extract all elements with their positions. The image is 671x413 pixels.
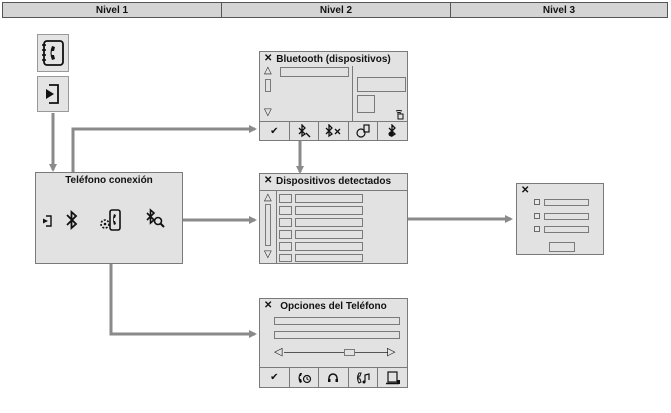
list-item-icon[interactable]: [279, 242, 292, 251]
scroll-down-icon[interactable]: ▽: [264, 108, 272, 118]
bluetooth-search-icon: [388, 124, 396, 138]
bluetooth-search-icon[interactable]: [144, 208, 166, 230]
enter-icon[interactable]: [41, 214, 53, 228]
checkmark-icon: ✔: [270, 372, 279, 383]
call-log-button[interactable]: [290, 368, 320, 387]
scroll-thumb[interactable]: [265, 204, 271, 246]
phonebook-tile[interactable]: [37, 34, 69, 72]
signal-icon: [395, 110, 404, 120]
list-item-icon[interactable]: [279, 206, 292, 215]
detected-devices-panel: ✕ Dispositivos detectados △ ▽: [259, 173, 408, 264]
option-field[interactable]: [544, 226, 589, 233]
option-field[interactable]: [274, 331, 400, 339]
checkbox[interactable]: [534, 213, 540, 219]
scroll-up-icon[interactable]: △: [264, 66, 272, 76]
scroll-thumb[interactable]: [265, 79, 271, 92]
validate-button[interactable]: ✔: [260, 368, 290, 387]
bt-search-button[interactable]: [378, 122, 407, 140]
phone-options-panel: ✕ Opciones del Teléfono ◁ ▷ ✔: [259, 298, 408, 388]
slider-thumb[interactable]: [344, 349, 355, 356]
device-info-box: [357, 77, 406, 92]
slider-right-icon[interactable]: ▷: [387, 347, 395, 358]
phone-options-toolbar: ✔: [260, 367, 407, 387]
list-item[interactable]: [295, 218, 363, 227]
checkbox[interactable]: [534, 226, 540, 232]
enter-icon: [46, 84, 59, 104]
option-field[interactable]: [544, 213, 589, 220]
option-field[interactable]: [274, 317, 400, 325]
device-image-box: [357, 95, 375, 113]
list-item[interactable]: [295, 242, 363, 251]
list-item-icon[interactable]: [279, 230, 292, 239]
checkbox[interactable]: [534, 199, 540, 205]
bluetooth-devices-panel: ✕ Bluetooth (dispositivos) △ ▽ ✔: [259, 51, 408, 141]
headset-button[interactable]: [319, 368, 349, 387]
list-item[interactable]: [295, 194, 363, 203]
phonebook-icon: [42, 40, 64, 66]
slider-left-icon[interactable]: ◁: [274, 347, 282, 358]
phone-connection-panel: Teléfono conexión: [35, 172, 183, 264]
phone-transfer-icon: [385, 370, 400, 384]
device-name-field[interactable]: [280, 67, 349, 77]
headset-icon: [328, 372, 339, 382]
phone-transfer-button[interactable]: [378, 368, 407, 387]
bluetooth-devices-title: Bluetooth (dispositivos): [276, 54, 391, 65]
phone-options-title: Opciones del Teléfono: [280, 301, 387, 312]
bluetooth-icon[interactable]: [65, 209, 79, 231]
list-item[interactable]: [295, 254, 363, 262]
option-field[interactable]: [544, 199, 589, 206]
phone-clock-icon: [298, 372, 311, 383]
panel-divider: [352, 66, 353, 121]
scroll-down-icon[interactable]: ▽: [264, 250, 272, 260]
detected-devices-title: Dispositivos detectados: [275, 176, 392, 187]
bt-remove-button[interactable]: [290, 122, 320, 140]
title-divider: [260, 190, 407, 191]
confirm-button[interactable]: [549, 242, 575, 252]
bluetooth-delete-icon: [298, 124, 311, 138]
list-item[interactable]: [295, 206, 363, 215]
bluetooth-toolbar: ✔: [260, 121, 407, 140]
bt-disconnect-button[interactable]: [319, 122, 349, 140]
list-item[interactable]: [295, 230, 363, 239]
phone-settings-icon[interactable]: [98, 207, 124, 233]
list-item-icon[interactable]: [279, 218, 292, 227]
level3-panel: ✕: [516, 183, 604, 255]
close-icon[interactable]: ✕: [521, 185, 529, 196]
list-divider: [276, 190, 277, 264]
list-item-icon[interactable]: [279, 194, 292, 203]
bluetooth-off-icon: [326, 124, 341, 138]
enter-tile[interactable]: [37, 76, 69, 112]
bt-connect-button[interactable]: [349, 122, 379, 140]
scroll-up-icon[interactable]: △: [264, 193, 272, 203]
ringtone-button[interactable]: [349, 368, 379, 387]
phone-connection-title: Teléfono conexión: [65, 175, 153, 186]
slider-track[interactable]: [284, 352, 388, 353]
validate-button[interactable]: ✔: [260, 122, 290, 140]
bluetooth-connect-icon: [356, 124, 370, 138]
list-item-icon[interactable]: [279, 254, 292, 262]
checkmark-icon: ✔: [270, 125, 279, 137]
phone-music-icon: [357, 372, 370, 384]
